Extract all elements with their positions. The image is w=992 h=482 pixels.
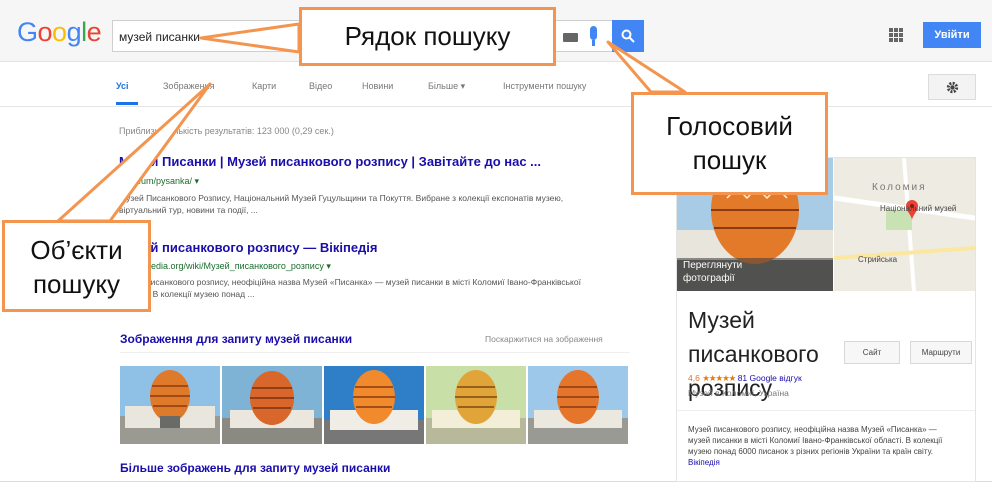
callout-text: пошук	[692, 145, 767, 175]
callout-voice-search: Голосовий пошук	[631, 92, 828, 195]
callout-search-bar: Рядок пошуку	[299, 7, 556, 66]
callout-text: Рядок пошуку	[344, 21, 511, 51]
callout-text: пошуку	[32, 269, 121, 299]
callout-text: Об’єкти	[30, 235, 123, 265]
pointer-search-bar	[199, 22, 301, 54]
callout-text: Голосовий	[666, 111, 793, 141]
pointer-search-objects	[56, 82, 212, 223]
pointer-voice-search	[606, 40, 687, 94]
callout-search-objects: Об’єкти пошуку	[2, 220, 151, 312]
